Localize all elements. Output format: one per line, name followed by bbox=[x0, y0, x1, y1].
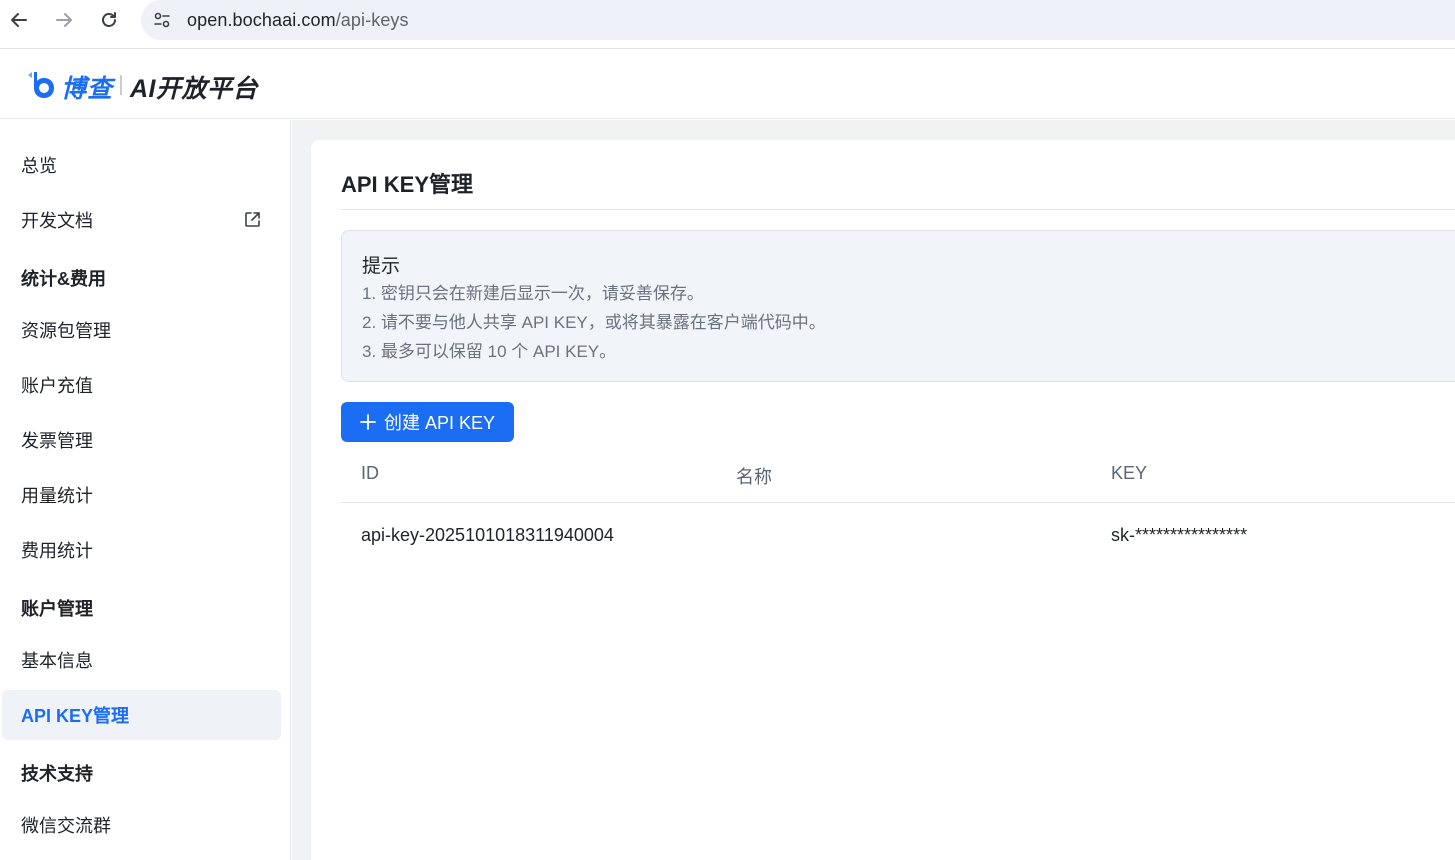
plus-icon bbox=[360, 414, 376, 430]
column-header-name: 名称 bbox=[736, 467, 772, 487]
page-title: API KEY管理 bbox=[341, 172, 474, 197]
create-button-label: 创建 API KEY bbox=[383, 413, 496, 433]
table-row: api-key-2025101018311940004 sk-*********… bbox=[341, 503, 1455, 569]
sidebar-item-label: 发票管理 bbox=[21, 431, 93, 451]
cell-key: sk-**************** bbox=[1111, 525, 1248, 545]
tip-box: 提示 1. 密钥只会在新建后显示一次，请妥善保存。 2. 请不要与他人共享 AP… bbox=[341, 230, 1455, 382]
tip-line: 1. 密钥只会在新建后显示一次，请妥善保存。 bbox=[362, 284, 704, 303]
external-link-icon bbox=[244, 211, 261, 228]
sidebar-item-label: 基本信息 bbox=[21, 651, 93, 671]
tip-title: 提示 bbox=[362, 256, 401, 277]
url-text: open.bochaai.com/api-keys bbox=[187, 10, 409, 31]
browser-toolbar: open.bochaai.com/api-keys bbox=[0, 0, 1455, 42]
sidebar-group-stats-fees: 统计&费用 bbox=[0, 253, 291, 303]
forward-arrow-icon[interactable] bbox=[54, 10, 74, 30]
tip-line: 2. 请不要与他人共享 API KEY，或将其暴露在客户端代码中。 bbox=[362, 313, 826, 332]
sidebar-group-account: 账户管理 bbox=[0, 583, 291, 633]
tip-line: 3. 最多可以保留 10 个 API KEY。 bbox=[362, 342, 617, 361]
sidebar-item-label: 费用统计 bbox=[21, 541, 93, 561]
sidebar-item-api-keys[interactable]: API KEY管理 bbox=[2, 690, 281, 740]
platform-name: AI开放平台 bbox=[130, 75, 259, 103]
site-settings-icon[interactable] bbox=[153, 11, 171, 29]
sidebar-group-support: 技术支持 bbox=[0, 748, 291, 798]
sidebar-group-label: 统计&费用 bbox=[21, 269, 106, 289]
sidebar-item-label: API KEY管理 bbox=[21, 706, 130, 726]
sidebar-item-basic-info[interactable]: 基本信息 bbox=[0, 635, 291, 685]
sidebar-item-fee-stats[interactable]: 费用统计 bbox=[0, 525, 291, 575]
app-header: 博查 AI开放平台 bbox=[0, 49, 1455, 119]
title-divider bbox=[341, 209, 1455, 210]
sidebar-item-resource-packs[interactable]: 资源包管理 bbox=[0, 305, 291, 355]
column-header-id: ID bbox=[361, 463, 379, 483]
sidebar-item-label: 总览 bbox=[21, 156, 57, 176]
sidebar-item-label: 开发文档 bbox=[21, 211, 93, 231]
brand-name[interactable]: 博查 bbox=[61, 69, 113, 105]
sidebar-item-docs[interactable]: 开发文档 bbox=[0, 195, 291, 245]
reload-icon[interactable] bbox=[99, 10, 119, 30]
logo-icon[interactable] bbox=[27, 69, 59, 99]
table-header: ID 名称 KEY bbox=[341, 452, 1455, 503]
column-header-key: KEY bbox=[1111, 463, 1148, 483]
sidebar-item-label: 资源包管理 bbox=[21, 321, 111, 341]
create-api-key-button[interactable]: 创建 API KEY bbox=[341, 402, 514, 442]
sidebar-item-overview[interactable]: 总览 bbox=[0, 140, 291, 190]
main-card: API KEY管理 提示 1. 密钥只会在新建后显示一次，请妥善保存。 2. 请… bbox=[311, 140, 1455, 860]
address-bar[interactable]: open.bochaai.com/api-keys bbox=[141, 0, 1455, 40]
url-path: /api-keys bbox=[335, 10, 409, 30]
sidebar-item-label: 用量统计 bbox=[21, 486, 93, 506]
sidebar-item-recharge[interactable]: 账户充值 bbox=[0, 360, 291, 410]
sidebar-group-label: 技术支持 bbox=[21, 764, 93, 784]
logo-divider bbox=[120, 75, 122, 95]
sidebar-item-wechat-group[interactable]: 微信交流群 bbox=[0, 800, 291, 850]
sidebar-item-invoices[interactable]: 发票管理 bbox=[0, 415, 291, 465]
sidebar: 总览 开发文档 统计&费用 资源包管理 账户充值 发票管理 用量统计 费用统计 … bbox=[0, 120, 291, 860]
sidebar-item-label: 微信交流群 bbox=[21, 816, 111, 836]
back-arrow-icon[interactable] bbox=[9, 10, 29, 30]
sidebar-group-label: 账户管理 bbox=[21, 599, 93, 619]
sidebar-item-label: 账户充值 bbox=[21, 376, 93, 396]
sidebar-item-usage-stats[interactable]: 用量统计 bbox=[0, 470, 291, 520]
url-host: open.bochaai.com bbox=[187, 10, 336, 30]
cell-id: api-key-2025101018311940004 bbox=[361, 525, 614, 545]
